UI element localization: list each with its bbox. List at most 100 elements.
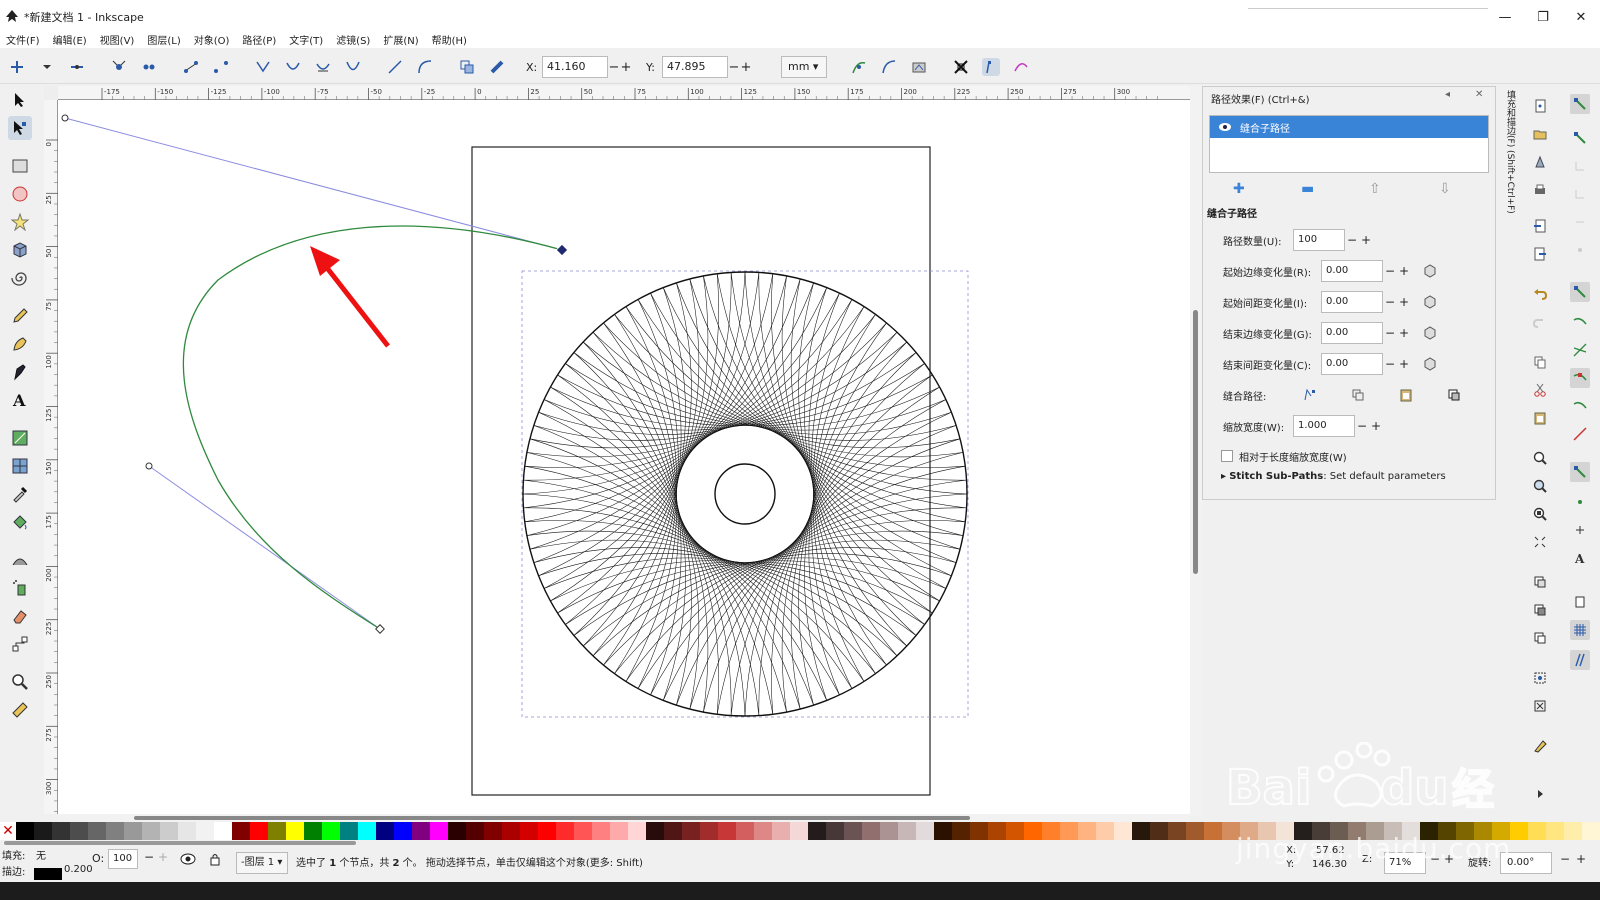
menu-help[interactable]: 帮助(H) <box>432 32 467 47</box>
menu-layer[interactable]: 图层(L) <box>147 32 180 47</box>
y-increment-button[interactable]: + <box>740 60 752 75</box>
y-decrement-button[interactable]: − <box>728 60 740 75</box>
node-smooth-icon[interactable] <box>284 58 302 76</box>
paste-icon[interactable] <box>1530 408 1550 428</box>
palette-swatch[interactable] <box>1132 822 1150 840</box>
palette-swatch[interactable] <box>808 822 826 840</box>
print-document-icon[interactable] <box>1530 180 1550 200</box>
palette-swatch[interactable] <box>610 822 628 840</box>
palette-swatch[interactable] <box>592 822 610 840</box>
handle-knot-bottom[interactable] <box>145 462 153 470</box>
link-path-icon[interactable] <box>1447 388 1461 402</box>
no-paint-swatch[interactable]: ✕ <box>0 822 16 840</box>
paint-bucket-tool-icon[interactable] <box>8 510 32 534</box>
show-outline-icon[interactable] <box>1012 58 1030 76</box>
segment-curve-icon[interactable] <box>416 58 434 76</box>
join-nodes-icon[interactable] <box>110 58 128 76</box>
path-count-input[interactable]: 100 <box>1293 229 1345 251</box>
start-edge-increment[interactable]: + <box>1397 264 1411 278</box>
new-document-icon[interactable] <box>1530 96 1550 116</box>
delete-node-icon[interactable] <box>68 58 86 76</box>
palette-swatch[interactable] <box>1060 822 1078 840</box>
edit-mask-icon[interactable] <box>910 58 928 76</box>
handle-knot-top[interactable] <box>61 114 69 122</box>
palette-swatch[interactable] <box>232 822 250 840</box>
horizontal-scroll-thumb[interactable] <box>134 816 970 820</box>
vertical-scrollbar[interactable] <box>1190 86 1202 816</box>
snap-guides-icon[interactable] <box>1570 650 1590 670</box>
palette-swatch[interactable] <box>664 822 682 840</box>
palette-swatch[interactable] <box>214 822 232 840</box>
dock-iconify-icon[interactable]: ◂ <box>1445 89 1450 100</box>
selector-tool-icon[interactable] <box>8 88 32 112</box>
edit-clip-path-icon[interactable] <box>880 58 898 76</box>
palette-swatch[interactable] <box>844 822 862 840</box>
palette-swatch[interactable] <box>250 822 268 840</box>
rotate-decrement[interactable]: − <box>1560 852 1570 866</box>
stitch-defaults-expander[interactable]: ▸ Stitch Sub-Paths: Set default paramete… <box>1221 471 1446 482</box>
scale-width-decrement[interactable]: − <box>1355 419 1369 433</box>
ruler-corner-lock-icon[interactable] <box>44 86 58 100</box>
palette-scroll-thumb[interactable] <box>4 841 356 845</box>
snap-bbox-edge-icon[interactable] <box>1570 156 1590 176</box>
palette-swatch[interactable] <box>736 822 754 840</box>
palette-swatch[interactable] <box>304 822 322 840</box>
current-layer-select[interactable]: -图层 1 ▾ <box>236 852 288 874</box>
import-icon[interactable] <box>1530 216 1550 236</box>
zoom-page-width-icon[interactable] <box>1530 532 1550 552</box>
stroke-color-swatch[interactable] <box>34 868 62 880</box>
palette-swatch[interactable] <box>556 822 574 840</box>
segment-line-icon[interactable] <box>386 58 404 76</box>
palette-swatch[interactable] <box>52 822 70 840</box>
copy-path-icon[interactable] <box>1351 388 1365 402</box>
start-spacing-input[interactable]: 0.00 <box>1321 291 1383 313</box>
remove-effect-icon[interactable]: ▬ <box>1301 181 1314 197</box>
palette-swatch[interactable] <box>484 822 502 840</box>
palette-swatch[interactable] <box>916 822 934 840</box>
end-edge-input[interactable]: 0.00 <box>1321 322 1383 344</box>
palette-swatch[interactable] <box>1168 822 1186 840</box>
scale-width-input[interactable]: 1.000 <box>1293 415 1355 437</box>
node-cusp-icon[interactable] <box>254 58 272 76</box>
start-edge-decrement[interactable]: − <box>1383 264 1397 278</box>
palette-swatch[interactable] <box>142 822 160 840</box>
palette-swatch[interactable] <box>106 822 124 840</box>
palette-swatch[interactable] <box>898 822 916 840</box>
snap-cusp-nodes-icon[interactable] <box>1570 368 1590 388</box>
palette-swatch[interactable] <box>70 822 88 840</box>
tweak-tool-icon[interactable] <box>8 548 32 572</box>
menu-edit[interactable]: 编辑(E) <box>53 32 87 47</box>
snap-object-midpoints-icon[interactable] <box>1570 492 1590 512</box>
zoom-tool-icon[interactable] <box>8 670 32 694</box>
palette-swatch[interactable] <box>1186 822 1204 840</box>
snap-page-border-icon[interactable] <box>1570 592 1590 612</box>
end-edge-increment[interactable]: + <box>1397 326 1411 340</box>
palette-swatch[interactable] <box>880 822 898 840</box>
randomize-dice-icon[interactable] <box>1423 264 1437 278</box>
start-edge-input[interactable]: 0.00 <box>1321 260 1383 282</box>
menu-object[interactable]: 对象(O) <box>194 32 230 47</box>
horizontal-ruler[interactable]: -175 -150 -125 -100 -75 -50 -25 0 25 50 75 100 125 15… <box>58 86 1190 100</box>
palette-swatch[interactable] <box>574 822 592 840</box>
snap-intersections-icon[interactable] <box>1570 340 1590 360</box>
undo-icon[interactable] <box>1530 284 1550 304</box>
palette-swatch[interactable] <box>790 822 808 840</box>
palette-swatch[interactable] <box>1528 822 1546 840</box>
randomize-dice-icon[interactable] <box>1423 326 1437 340</box>
snap-paths-icon[interactable] <box>1570 312 1590 332</box>
cut-icon[interactable] <box>1530 380 1550 400</box>
menu-file[interactable]: 文件(F) <box>6 32 40 47</box>
palette-swatch[interactable] <box>412 822 430 840</box>
vertical-scroll-thumb[interactable] <box>1193 310 1198 574</box>
snap-rotation-center-icon[interactable] <box>1570 520 1590 540</box>
eraser-tool-icon[interactable] <box>8 604 32 628</box>
redo-icon[interactable] <box>1530 312 1550 332</box>
palette-swatch[interactable] <box>934 822 952 840</box>
snap-text-baseline-icon[interactable]: A <box>1570 548 1590 568</box>
palette-swatch[interactable] <box>1150 822 1168 840</box>
palette-swatch[interactable] <box>538 822 556 840</box>
vertical-ruler[interactable]: 0255075100125150175200225250275300325350 <box>44 100 58 900</box>
palette-swatch[interactable] <box>1114 822 1132 840</box>
palette-swatch[interactable] <box>952 822 970 840</box>
horizontal-scrollbar[interactable] <box>58 814 1190 822</box>
